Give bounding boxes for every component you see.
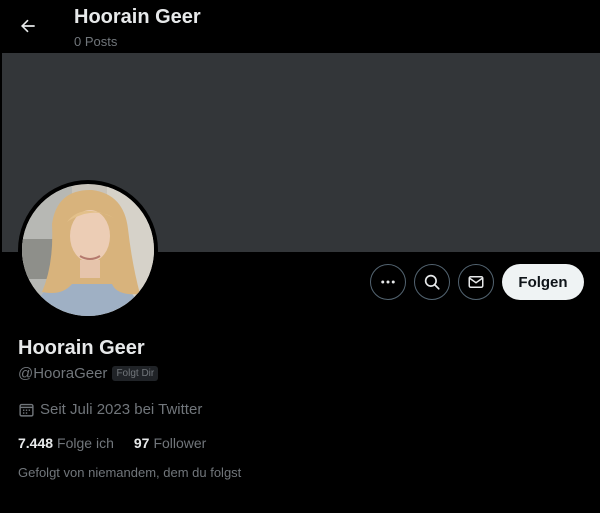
followers-count: 97 bbox=[133, 435, 150, 451]
page-title: Hoorain Geer bbox=[74, 6, 201, 28]
avatar-photo bbox=[22, 184, 154, 316]
following-label: Folge ich bbox=[57, 435, 114, 451]
mail-icon bbox=[468, 276, 484, 288]
arrow-left-icon bbox=[21, 19, 35, 33]
search-button[interactable] bbox=[414, 264, 450, 300]
calendar-icon bbox=[19, 403, 34, 417]
joined-text: Seit Juli 2023 bei Twitter bbox=[40, 401, 203, 418]
more-button[interactable] bbox=[370, 264, 406, 300]
following-count: 7.448 bbox=[18, 435, 54, 451]
stats-row: 7.448 Folge ich 97 Follower bbox=[18, 435, 226, 451]
joined-date: Seit Juli 2023 bei Twitter bbox=[18, 401, 202, 418]
followers-link[interactable]: 97 Follower bbox=[134, 435, 206, 451]
follow-button[interactable]: Folgen bbox=[502, 264, 584, 300]
post-count: 0 Posts bbox=[74, 34, 118, 49]
following-link[interactable]: 7.448 Folge ich bbox=[18, 435, 114, 451]
message-button[interactable] bbox=[458, 264, 494, 300]
back-button[interactable] bbox=[14, 12, 42, 40]
avatar[interactable] bbox=[18, 180, 158, 320]
followed-by-text: Gefolgt von niemandem, dem du folgst bbox=[18, 465, 242, 480]
follows-you-badge: Folgt Dir bbox=[112, 366, 159, 381]
more-icon bbox=[381, 280, 395, 284]
user-handle: @HooraGeer bbox=[18, 365, 108, 382]
top-bar: Hoorain Geer 0 Posts bbox=[0, 0, 600, 53]
handle-row: @HooraGeer Folgt Dir bbox=[18, 365, 159, 382]
followers-label: Follower bbox=[153, 435, 207, 451]
search-icon bbox=[424, 274, 440, 290]
display-name: Hoorain Geer bbox=[18, 337, 145, 359]
